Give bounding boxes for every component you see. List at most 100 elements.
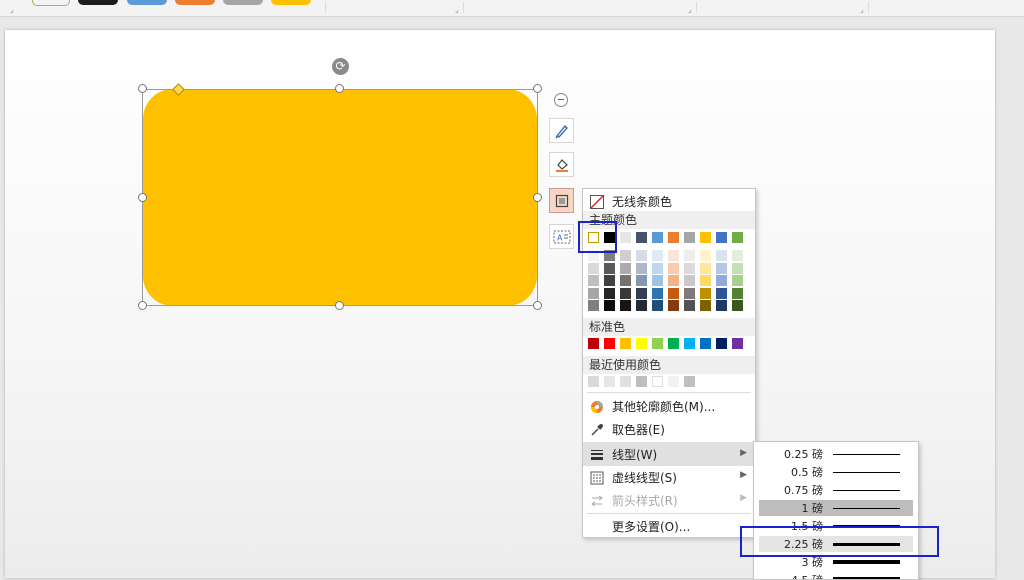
theme-shade-swatch[interactable] — [620, 287, 631, 299]
theme-shade-swatch[interactable] — [604, 300, 615, 311]
theme-shade-swatch[interactable] — [732, 250, 743, 261]
theme-shade-swatch[interactable] — [652, 275, 663, 286]
theme-shade-swatch[interactable] — [700, 287, 711, 299]
theme-shade-swatch[interactable] — [732, 275, 743, 286]
theme-shade-swatch[interactable] — [588, 287, 599, 299]
theme-shade-swatch[interactable] — [716, 262, 727, 274]
theme-shade-swatch[interactable] — [652, 262, 663, 274]
line-weight-item[interactable]: 线型(W) ▶ — [583, 442, 755, 466]
theme-shade-swatch[interactable] — [732, 300, 743, 311]
standard-color-swatch[interactable] — [636, 338, 647, 349]
standard-color-swatch[interactable] — [620, 338, 631, 349]
theme-shade-swatch[interactable] — [620, 262, 631, 274]
style-swatch-white[interactable] — [32, 0, 70, 6]
theme-shade-swatch[interactable] — [588, 275, 599, 286]
theme-shade-swatch[interactable] — [684, 287, 695, 299]
theme-shade-swatch[interactable] — [732, 287, 743, 299]
theme-color-swatch[interactable] — [636, 232, 647, 243]
style-swatch-blue[interactable] — [127, 0, 167, 5]
resize-handle-top[interactable] — [335, 84, 344, 93]
line-weight-option[interactable]: 4.5 磅 — [759, 572, 913, 579]
theme-shade-swatch[interactable] — [636, 300, 647, 311]
theme-shade-swatch[interactable] — [636, 250, 647, 261]
theme-shade-swatch[interactable] — [604, 275, 615, 286]
shape-outline-button[interactable] — [549, 188, 574, 213]
theme-shade-swatch[interactable] — [684, 250, 695, 261]
standard-color-swatch[interactable] — [732, 338, 743, 349]
resize-handle-top-left[interactable] — [138, 84, 147, 93]
collapse-icon[interactable] — [554, 93, 568, 107]
group-launcher-icon[interactable]: ⌟ — [688, 6, 692, 14]
recent-color-swatch[interactable] — [652, 376, 663, 387]
theme-shade-swatch[interactable] — [668, 300, 679, 311]
line-weight-option[interactable]: 1 磅 — [759, 500, 913, 516]
theme-color-swatch[interactable] — [700, 232, 711, 243]
recent-color-swatch[interactable] — [636, 376, 647, 387]
no-outline-item[interactable]: 无线条颜色 — [583, 190, 755, 213]
resize-handle-left[interactable] — [138, 193, 147, 202]
recent-color-swatch[interactable] — [588, 376, 599, 387]
more-settings-item[interactable]: 更多设置(O)... — [583, 515, 755, 538]
shape-fill-button[interactable] — [549, 152, 574, 177]
theme-shade-swatch[interactable] — [668, 287, 679, 299]
theme-color-swatch[interactable] — [716, 232, 727, 243]
theme-shade-swatch[interactable] — [652, 287, 663, 299]
recent-color-swatch[interactable] — [684, 376, 695, 387]
layout-options-button[interactable]: A — [549, 224, 574, 249]
theme-shade-swatch[interactable] — [620, 275, 631, 286]
line-weight-option[interactable]: 0.5 磅 — [759, 464, 913, 480]
resize-handle-bottom-left[interactable] — [138, 301, 147, 310]
theme-color-swatch[interactable] — [668, 232, 679, 243]
theme-shade-swatch[interactable] — [652, 250, 663, 261]
theme-shade-swatch[interactable] — [604, 287, 615, 299]
line-weight-option[interactable]: 0.75 磅 — [759, 482, 913, 498]
theme-color-swatch[interactable] — [620, 232, 631, 243]
theme-shade-swatch[interactable] — [732, 262, 743, 274]
rotate-handle-icon[interactable]: ⟳ — [332, 58, 349, 75]
theme-color-swatch[interactable] — [684, 232, 695, 243]
standard-color-swatch[interactable] — [652, 338, 663, 349]
theme-shade-swatch[interactable] — [620, 250, 631, 261]
theme-shade-swatch[interactable] — [652, 300, 663, 311]
standard-color-swatch[interactable] — [604, 338, 615, 349]
resize-handle-bottom-right[interactable] — [533, 301, 542, 310]
theme-shade-swatch[interactable] — [620, 300, 631, 311]
theme-shade-swatch[interactable] — [668, 262, 679, 274]
theme-shade-swatch[interactable] — [684, 275, 695, 286]
recent-color-swatch[interactable] — [620, 376, 631, 387]
resize-handle-right[interactable] — [533, 193, 542, 202]
resize-handle-bottom[interactable] — [335, 301, 344, 310]
theme-shade-swatch[interactable] — [604, 262, 615, 274]
theme-shade-swatch[interactable] — [588, 300, 599, 311]
theme-shade-swatch[interactable] — [636, 262, 647, 274]
theme-shade-swatch[interactable] — [588, 262, 599, 274]
theme-shade-swatch[interactable] — [716, 300, 727, 311]
more-outline-colors-item[interactable]: 其他轮廓颜色(M)... — [583, 395, 755, 418]
line-weight-option[interactable]: 0.25 磅 — [759, 446, 913, 462]
shape-style-button[interactable] — [549, 118, 574, 143]
style-swatch-gray[interactable] — [223, 0, 263, 5]
theme-shade-swatch[interactable] — [636, 275, 647, 286]
theme-color-swatch[interactable] — [732, 232, 743, 243]
theme-shade-swatch[interactable] — [668, 275, 679, 286]
recent-color-swatch[interactable] — [668, 376, 679, 387]
theme-shade-swatch[interactable] — [700, 262, 711, 274]
standard-color-swatch[interactable] — [588, 338, 599, 349]
standard-color-swatch[interactable] — [684, 338, 695, 349]
theme-shade-swatch[interactable] — [716, 250, 727, 261]
group-launcher-icon[interactable]: ⌟ — [455, 6, 459, 14]
eyedropper-item[interactable]: 取色器(E) — [583, 418, 755, 441]
group-launcher-icon[interactable]: ⌟ — [860, 6, 864, 14]
theme-shade-swatch[interactable] — [668, 250, 679, 261]
standard-color-swatch[interactable] — [668, 338, 679, 349]
theme-shade-swatch[interactable] — [684, 262, 695, 274]
theme-shade-swatch[interactable] — [700, 275, 711, 286]
standard-color-swatch[interactable] — [700, 338, 711, 349]
standard-color-swatch[interactable] — [716, 338, 727, 349]
group-launcher-icon[interactable]: ⌟ — [10, 6, 14, 14]
theme-shade-swatch[interactable] — [684, 300, 695, 311]
theme-shade-swatch[interactable] — [716, 275, 727, 286]
theme-shade-swatch[interactable] — [636, 287, 647, 299]
theme-shade-swatch[interactable] — [716, 287, 727, 299]
style-swatch-gold[interactable] — [271, 0, 311, 5]
